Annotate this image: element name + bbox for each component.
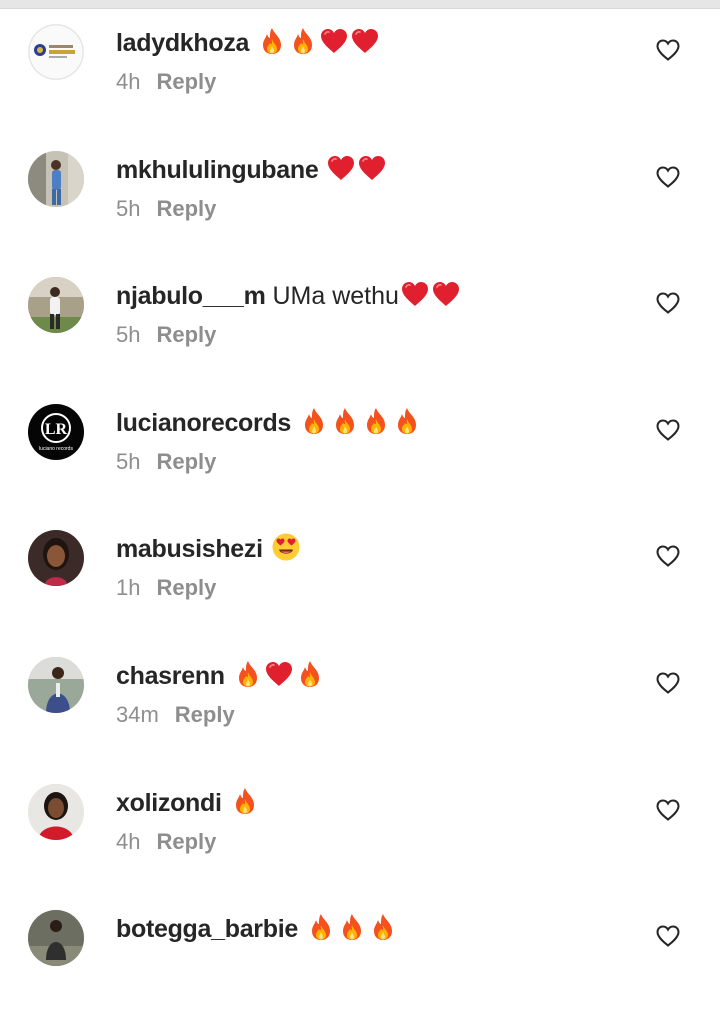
comment-meta: 4h Reply <box>116 828 216 856</box>
reply-button[interactable]: Reply <box>156 69 216 94</box>
comment-timestamp: 34m <box>116 702 159 727</box>
comment-meta: 34m Reply <box>116 701 235 729</box>
fire-emoji-icon <box>306 912 336 942</box>
fire-emoji-icon <box>368 912 398 942</box>
comment-username[interactable]: chasrenn <box>116 662 225 690</box>
comment-text: UMa wethu <box>272 282 399 311</box>
reply-button[interactable]: Reply <box>156 449 216 474</box>
comment-item: ladydkhoza 4h Reply <box>0 12 720 139</box>
comment-timestamp: 5h <box>116 195 141 221</box>
comment-meta <box>116 954 132 982</box>
comment-item: chasrenn 34m Reply <box>0 645 720 772</box>
reply-button[interactable]: Reply <box>156 829 216 854</box>
svg-text:luciano records: luciano records <box>39 446 73 452</box>
reply-button[interactable]: Reply <box>156 196 216 221</box>
comment-item: njabulo___m UMa wethu 5h Reply <box>0 265 720 392</box>
comment-content: xolizondi <box>116 786 260 818</box>
lr-logo-avatar[interactable]: LR luciano records <box>28 403 84 460</box>
comment-item: mabusishezi 1h Reply <box>0 518 720 645</box>
logo-avatar[interactable] <box>28 24 84 80</box>
photo-avatar[interactable] <box>28 277 84 334</box>
comment-username[interactable]: njabulo___m <box>116 282 266 310</box>
photo-avatar[interactable] <box>28 657 84 713</box>
comment-timestamp: 4h <box>116 69 141 94</box>
comment-item: botegga_barbie <box>0 898 720 1025</box>
photo-avatar[interactable] <box>28 530 84 587</box>
comment-item: mkhululingubane 5h Reply <box>0 139 720 266</box>
fire-emoji-icon <box>295 659 325 689</box>
comment-timestamp: 5h <box>116 322 141 348</box>
fire-emoji-icon <box>337 912 367 942</box>
like-heart-icon[interactable] <box>655 165 681 189</box>
fire-emoji-icon <box>288 26 318 56</box>
fire-emoji-icon <box>299 406 329 436</box>
fire-emoji-icon <box>257 26 287 56</box>
reply-button[interactable]: Reply <box>156 322 216 347</box>
like-heart-icon[interactable] <box>655 38 681 62</box>
comment-timestamp: 5h <box>116 448 141 474</box>
comment-username[interactable]: mabusishezi <box>116 535 263 563</box>
fire-emoji-icon <box>230 786 260 816</box>
heart-emoji-icon <box>350 26 380 56</box>
comment-username[interactable]: xolizondi <box>116 789 222 817</box>
photo-avatar[interactable] <box>28 910 84 967</box>
comment-content: botegga_barbie <box>116 912 398 944</box>
fire-emoji-icon <box>233 659 263 689</box>
comment-item: LR luciano records lucianorecords 5h Reply <box>0 392 720 519</box>
comment-meta: 5h Reply <box>116 448 216 476</box>
comment-content: ladydkhoza <box>116 26 380 58</box>
heart-emoji-icon <box>400 279 430 309</box>
heart-emoji-icon <box>357 153 387 183</box>
comment-username[interactable]: lucianorecords <box>116 409 291 437</box>
comment-meta: 5h Reply <box>116 321 216 349</box>
heart-emoji-icon <box>264 659 294 689</box>
comment-content: lucianorecords <box>116 406 422 438</box>
comment-username[interactable]: mkhululingubane <box>116 156 319 184</box>
comment-meta: 4h Reply <box>116 68 216 96</box>
svg-text:LR: LR <box>45 421 68 438</box>
comment-meta: 1h Reply <box>116 574 216 602</box>
like-heart-icon[interactable] <box>655 798 681 822</box>
like-heart-icon[interactable] <box>655 671 681 695</box>
heart-emoji-icon <box>319 26 349 56</box>
comment-username[interactable]: botegga_barbie <box>116 915 298 943</box>
heart-emoji-icon <box>431 279 461 309</box>
comment-content: mabusishezi <box>116 532 301 564</box>
comment-meta: 5h Reply <box>116 195 216 223</box>
comment-timestamp: 4h <box>116 828 141 854</box>
comment-timestamp: 1h <box>116 575 141 601</box>
comment-username[interactable]: ladydkhoza <box>116 29 249 57</box>
comment-item: xolizondi 4h Reply <box>0 772 720 899</box>
like-heart-icon[interactable] <box>655 291 681 315</box>
fire-emoji-icon <box>392 406 422 436</box>
comment-content: njabulo___m UMa wethu <box>116 279 461 311</box>
fire-emoji-icon <box>330 406 360 436</box>
comment-content: mkhululingubane <box>116 153 387 185</box>
photo-avatar[interactable] <box>28 150 84 207</box>
comment-content: chasrenn <box>116 659 325 691</box>
fire-emoji-icon <box>361 406 391 436</box>
like-heart-icon[interactable] <box>655 544 681 568</box>
reply-button[interactable]: Reply <box>156 575 216 600</box>
reply-button[interactable]: Reply <box>175 702 235 727</box>
top-divider <box>0 0 720 9</box>
like-heart-icon[interactable] <box>655 924 681 948</box>
like-heart-icon[interactable] <box>655 418 681 442</box>
heart-emoji-icon <box>326 153 356 183</box>
heart-eyes-emoji-icon <box>271 532 301 562</box>
photo-avatar[interactable] <box>28 783 84 840</box>
